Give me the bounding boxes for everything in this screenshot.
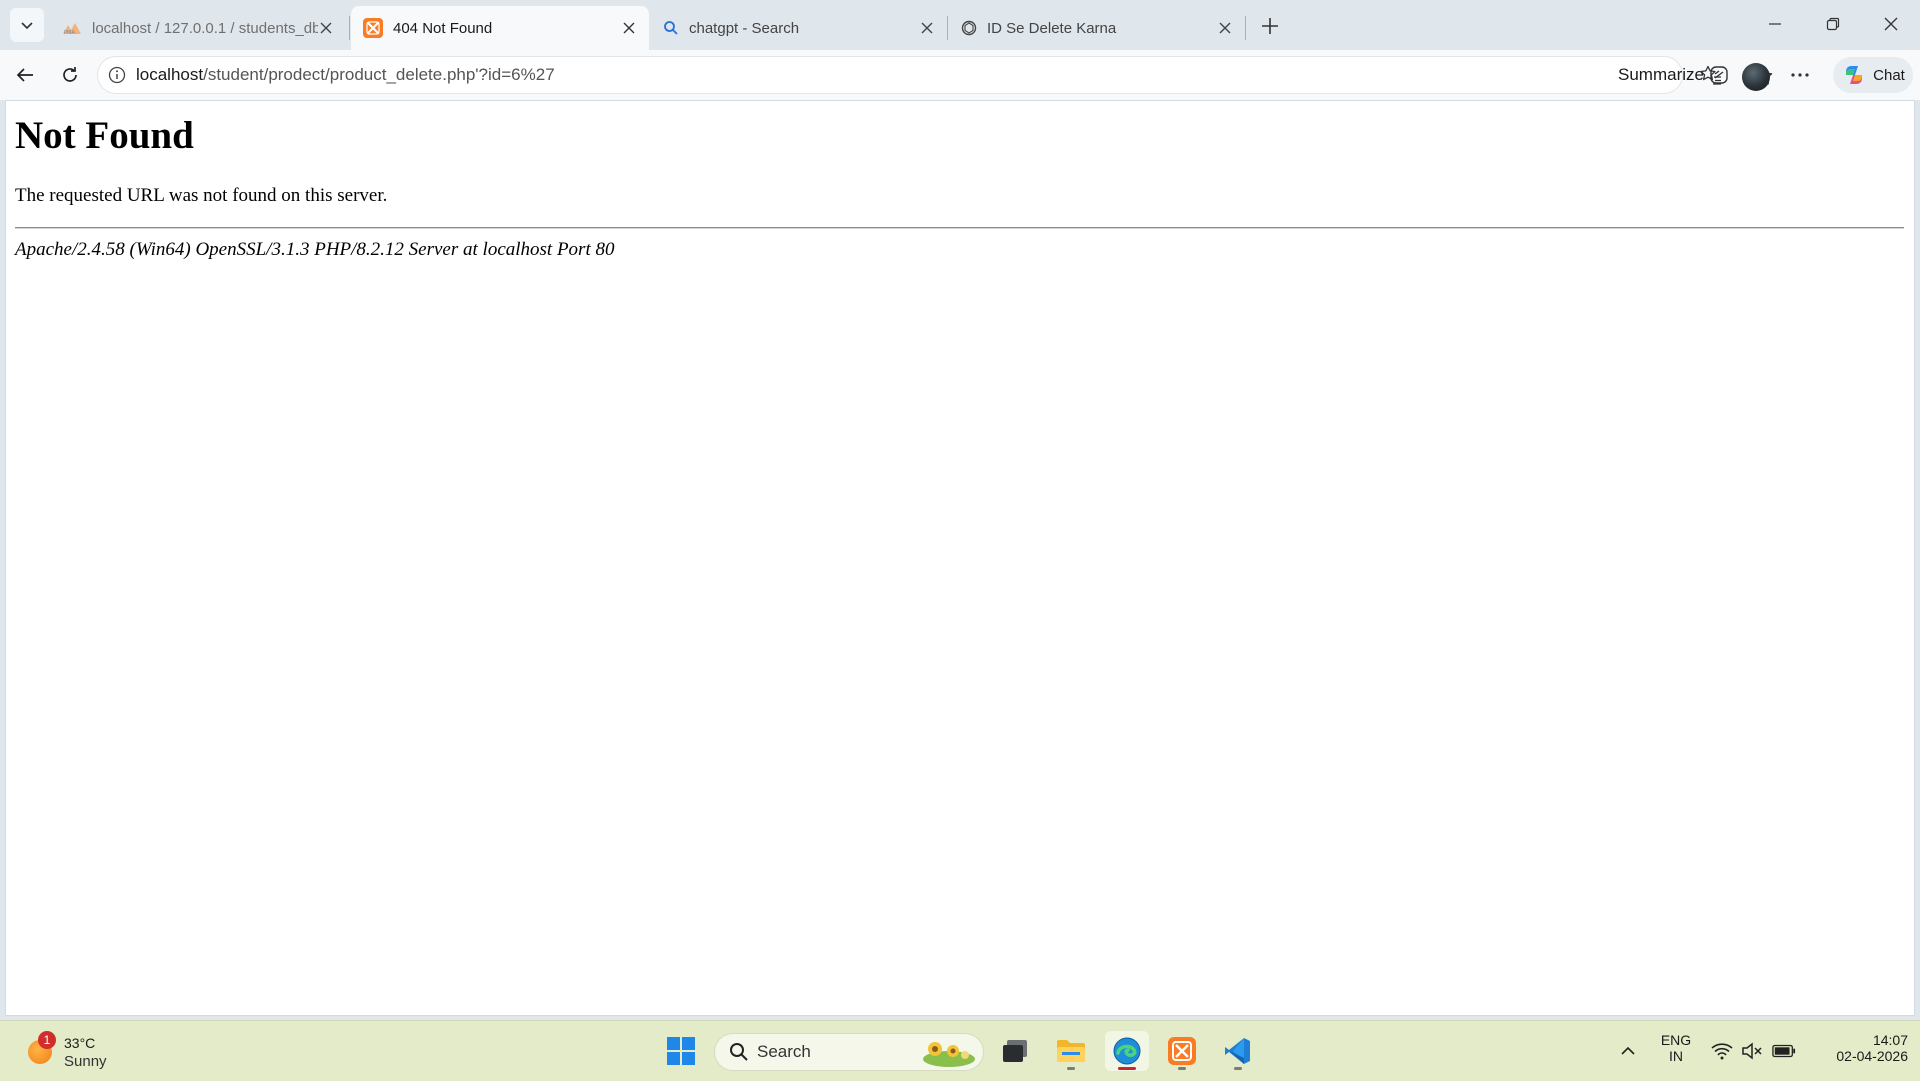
tab-separator [947, 16, 948, 40]
chevron-down-icon [21, 22, 33, 30]
page-heading: Not Found [15, 114, 194, 157]
restore-button[interactable] [1810, 4, 1856, 44]
close-tab-icon[interactable] [919, 20, 935, 36]
site-info-icon[interactable] [108, 66, 126, 84]
phpmyadmin-icon: PMA [63, 23, 81, 35]
windows-logo-icon [667, 1037, 695, 1065]
folder-icon [1057, 1040, 1085, 1062]
copilot-chat-button[interactable]: Chat [1833, 57, 1913, 93]
minimize-button[interactable] [1752, 4, 1798, 44]
weather-condition: Sunny [64, 1053, 107, 1070]
tab-label: 404 Not Found [393, 19, 493, 37]
vscode-button[interactable] [1216, 1031, 1260, 1071]
search-icon [730, 1043, 748, 1061]
region-code: IN [1669, 1048, 1683, 1064]
weather-widget[interactable]: 1 33°C Sunny [24, 1031, 134, 1073]
tab-phpmyadmin[interactable]: PMA localhost / 127.0.0.1 / students_db [50, 6, 346, 50]
svg-text:PMA: PMA [64, 30, 75, 35]
edge-icon [1113, 1037, 1141, 1065]
search-highlight-icon [923, 1042, 975, 1067]
favorites-button[interactable] [1694, 58, 1728, 92]
settings-more-button[interactable] [1783, 58, 1817, 92]
close-tab-icon[interactable] [621, 20, 637, 36]
vscode-icon [1225, 1038, 1250, 1064]
close-icon [1884, 17, 1898, 31]
server-signature: Apache/2.4.58 (Win64) OpenSSL/3.1.3 PHP/… [15, 239, 615, 260]
summarize-label: Summarize [1618, 65, 1704, 84]
start-button[interactable] [659, 1031, 703, 1071]
clock[interactable]: 14:07 02-04-2026 [1808, 1032, 1908, 1064]
back-arrow-icon [16, 68, 33, 82]
language-code: ENG [1660, 1032, 1692, 1048]
browser-toolbar: localhost/student/prodect/product_delete… [0, 50, 1920, 100]
wifi-icon[interactable] [1710, 1041, 1734, 1061]
xampp-icon [363, 18, 383, 38]
chatgpt-icon [961, 20, 977, 36]
language-indicator[interactable]: ENG IN [1656, 1032, 1696, 1064]
running-indicator [1067, 1067, 1075, 1070]
taskbar: 1 33°C Sunny Search ENG IN 14:07 02-04-2… [0, 1020, 1920, 1081]
weather-temperature: 33°C [64, 1035, 96, 1051]
more-dots-icon [1791, 73, 1809, 77]
copilot-icon [1846, 66, 1863, 84]
running-indicator [1178, 1067, 1186, 1070]
refresh-button[interactable] [53, 58, 87, 92]
notification-badge: 1 [38, 1031, 56, 1049]
file-explorer-button[interactable] [1049, 1031, 1093, 1071]
taskbar-search[interactable]: Search [714, 1033, 984, 1071]
profile-avatar[interactable] [1742, 63, 1770, 91]
volume-muted-icon[interactable] [1740, 1041, 1764, 1061]
page-viewport: Not Found The requested URL was not foun… [5, 100, 1915, 1016]
error-message: The requested URL was not found on this … [15, 185, 388, 206]
tab-label: ID Se Delete Karna [987, 19, 1117, 37]
chat-label: Chat [1873, 66, 1905, 84]
close-tab-icon[interactable] [1217, 20, 1233, 36]
battery-icon[interactable] [1772, 1041, 1796, 1061]
clock-date: 02-04-2026 [1836, 1048, 1908, 1064]
close-window-button[interactable] [1868, 4, 1914, 44]
search-icon [664, 21, 678, 35]
divider [15, 227, 1904, 229]
chevron-up-icon [1621, 1046, 1635, 1055]
favorites-list-icon [1700, 65, 1721, 85]
xampp-button[interactable] [1160, 1031, 1204, 1071]
back-button[interactable] [8, 58, 42, 92]
tab-id-se-delete-karna[interactable]: ID Se Delete Karna [949, 6, 1245, 50]
url-path: /student/prodect/product_delete.php'?id=… [203, 65, 555, 84]
restore-icon [1826, 17, 1840, 31]
new-tab-button[interactable] [1254, 10, 1286, 42]
close-tab-icon[interactable] [318, 20, 334, 36]
tab-strip: PMA localhost / 127.0.0.1 / students_db … [0, 0, 1920, 50]
edge-browser-button[interactable] [1105, 1031, 1149, 1071]
search-label: Search [757, 1042, 811, 1061]
tab-separator [349, 16, 350, 40]
refresh-icon [63, 67, 77, 82]
show-hidden-icons-button[interactable] [1616, 1041, 1640, 1061]
address-bar[interactable]: localhost/student/prodect/product_delete… [97, 56, 1773, 94]
url-text[interactable]: localhost/student/prodect/product_delete… [136, 65, 555, 85]
tab-list-button[interactable] [10, 8, 44, 42]
url-host: localhost [136, 65, 204, 84]
task-view-icon [1003, 1040, 1027, 1062]
tab-chatgpt-search[interactable]: chatgpt - Search [651, 6, 947, 50]
xampp-icon [1168, 1037, 1196, 1065]
tab-label: chatgpt - Search [689, 19, 800, 37]
running-indicator [1234, 1067, 1242, 1070]
plus-icon [1262, 18, 1278, 34]
task-view-button[interactable] [993, 1031, 1037, 1071]
clock-time: 14:07 [1872, 1032, 1908, 1048]
minimize-icon [1769, 23, 1781, 25]
running-indicator [1118, 1067, 1136, 1070]
tab-separator [1245, 16, 1246, 40]
tab-404-not-found[interactable]: 404 Not Found [351, 6, 649, 50]
tab-label: localhost / 127.0.0.1 / students_db [92, 19, 318, 37]
